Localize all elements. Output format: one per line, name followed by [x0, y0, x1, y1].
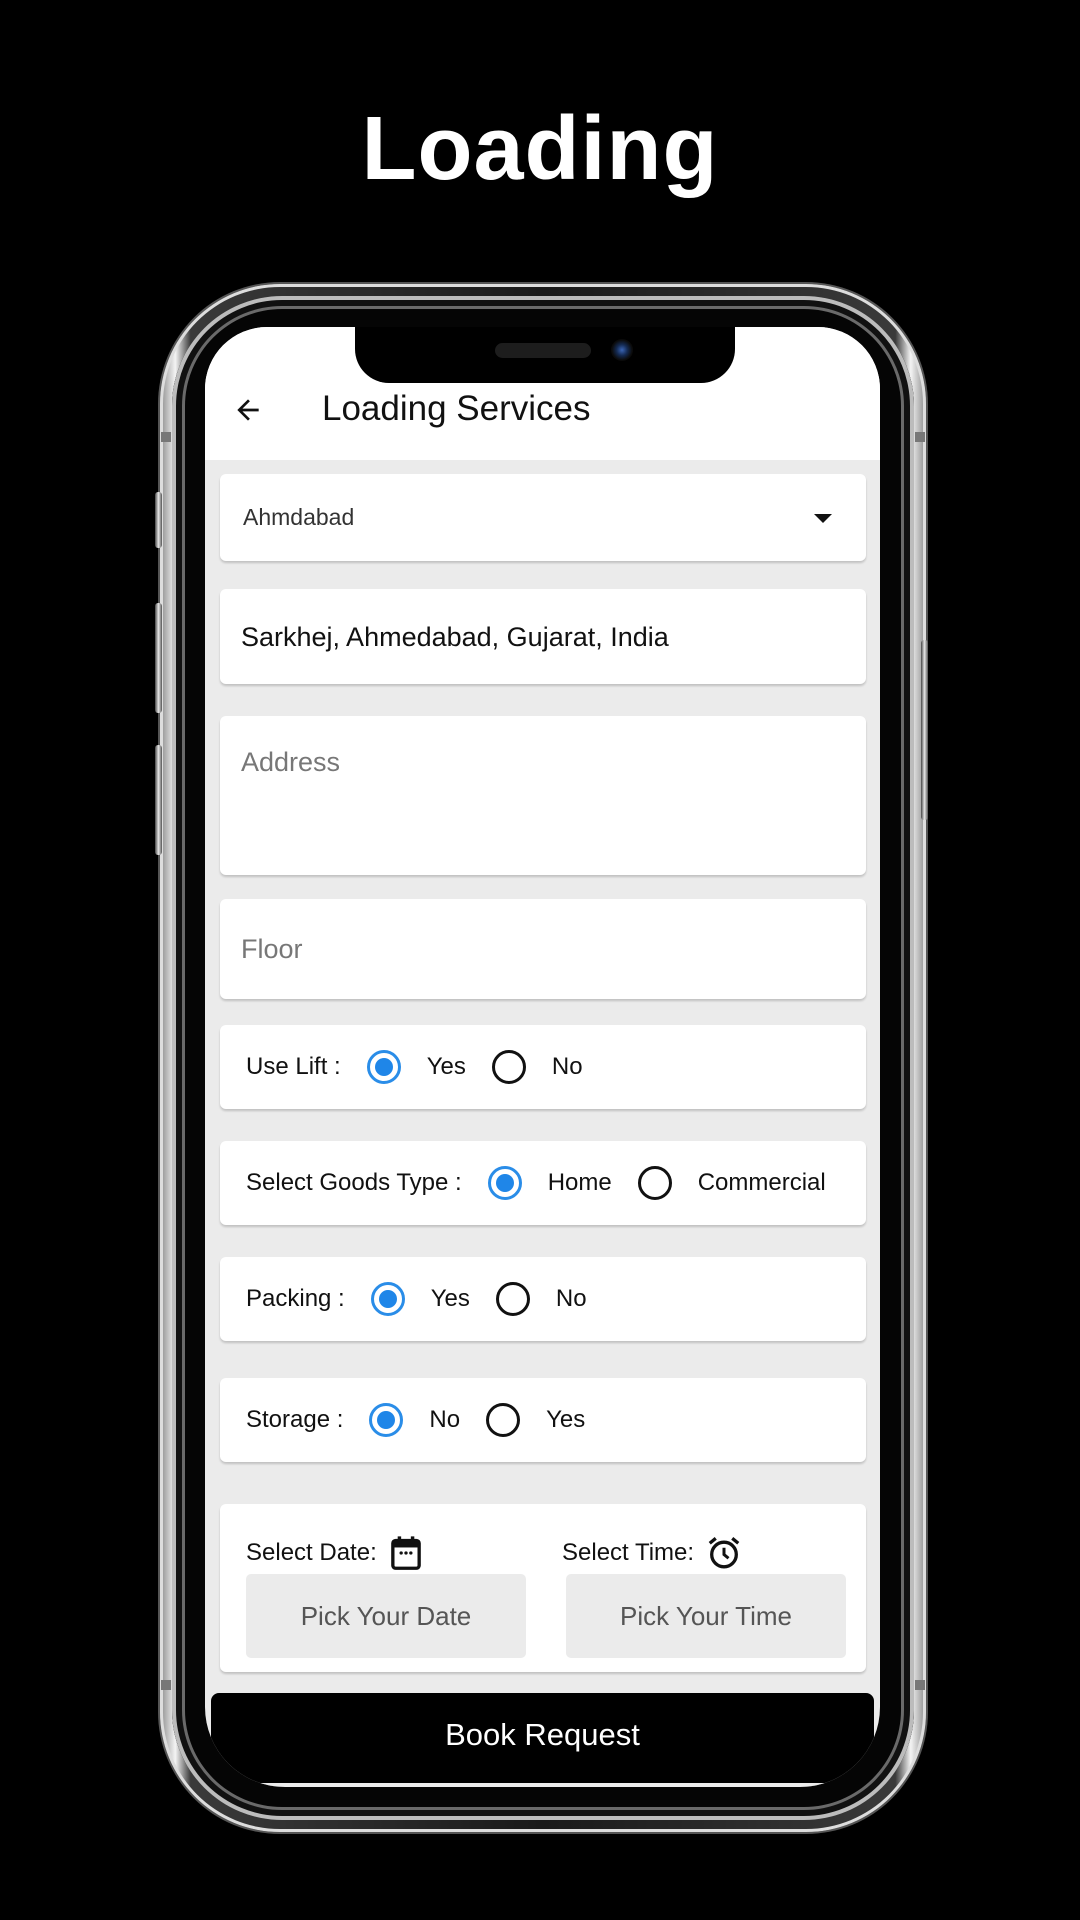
option-label: Yes: [546, 1406, 586, 1433]
city-dropdown-value: Ahmdabad: [243, 504, 355, 530]
arrow-left-icon: [237, 399, 259, 421]
select-date-label: Select Date:: [246, 1535, 423, 1571]
promo-title: Loading: [361, 99, 719, 199]
option-label: Yes: [430, 1285, 470, 1312]
book-request-button[interactable]: Book Request: [211, 1693, 874, 1787]
floor-field[interactable]: Floor: [220, 899, 866, 999]
date-time-card: Select Date: Select Time: Pick Your Date…: [220, 1504, 866, 1672]
back-button[interactable]: [225, 387, 271, 433]
alarm-clock-icon: [708, 1537, 740, 1569]
caret-down-icon: [814, 514, 832, 523]
phone-volume-down-button: [155, 745, 162, 855]
use-lift-no-option[interactable]: No: [491, 1050, 583, 1084]
storage-group: Storage : No Yes: [220, 1378, 866, 1462]
option-label: No: [429, 1406, 461, 1433]
option-label: Commercial: [697, 1169, 826, 1196]
storage-yes-option[interactable]: Yes: [486, 1403, 585, 1437]
packing-group: Packing : Yes No: [220, 1257, 866, 1341]
location-field[interactable]: Sarkhej, Ahmedabad, Gujarat, India: [220, 589, 866, 684]
home-indicator-strip: [235, 1783, 850, 1787]
radio-checked-icon[interactable]: [369, 1403, 404, 1437]
phone-antenna-band: [161, 432, 171, 442]
calendar-icon: [390, 1536, 421, 1570]
select-date-text: Select Date:: [246, 1539, 377, 1566]
select-time-label: Select Time:: [562, 1535, 742, 1571]
front-camera: [611, 339, 633, 361]
speaker-grille: [495, 343, 591, 358]
radio-unchecked-icon[interactable]: [491, 1050, 526, 1084]
option-label: No: [555, 1285, 587, 1312]
phone-antenna-band: [161, 1680, 171, 1690]
goods-type-commercial-option[interactable]: Commercial: [637, 1166, 826, 1200]
city-dropdown[interactable]: Ahmdabad: [220, 474, 866, 561]
radio-unchecked-icon[interactable]: [495, 1282, 530, 1316]
use-lift-group: Use Lift : Yes No: [220, 1025, 866, 1109]
option-label: Yes: [426, 1053, 466, 1080]
storage-label: Storage :: [246, 1406, 344, 1433]
use-lift-label: Use Lift :: [246, 1053, 341, 1080]
address-placeholder: Address: [241, 747, 341, 777]
address-field[interactable]: Address: [220, 716, 866, 875]
storage-no-option[interactable]: No: [369, 1403, 460, 1437]
goods-type-group: Select Goods Type : Home Commercial: [220, 1141, 866, 1225]
pick-time-button[interactable]: Pick Your Time: [566, 1574, 846, 1658]
phone-volume-up-button: [155, 603, 162, 713]
radio-checked-icon[interactable]: [370, 1282, 405, 1316]
packing-no-option[interactable]: No: [495, 1282, 587, 1316]
pick-date-button[interactable]: Pick Your Date: [246, 1574, 526, 1658]
location-value: Sarkhej, Ahmedabad, Gujarat, India: [241, 622, 669, 652]
phone-notch: [355, 327, 735, 383]
goods-type-home-option[interactable]: Home: [487, 1166, 612, 1200]
packing-label: Packing :: [246, 1285, 345, 1312]
phone-screen: Loading Services Ahmdabad Sarkhej, Ahmed…: [205, 327, 880, 1787]
radio-unchecked-icon[interactable]: [486, 1403, 521, 1437]
floor-placeholder: Floor: [241, 934, 303, 964]
option-label: Home: [547, 1169, 612, 1196]
radio-unchecked-icon[interactable]: [637, 1166, 672, 1200]
phone-antenna-band: [915, 432, 925, 442]
select-time-text: Select Time:: [562, 1539, 695, 1566]
phone-mute-switch: [155, 492, 162, 548]
radio-checked-icon[interactable]: [487, 1166, 522, 1200]
option-label: No: [551, 1053, 583, 1080]
phone-antenna-band: [915, 1680, 925, 1690]
goods-type-label: Select Goods Type :: [246, 1169, 462, 1196]
page-title: Loading Services: [322, 389, 591, 428]
radio-checked-icon[interactable]: [366, 1050, 401, 1084]
use-lift-yes-option[interactable]: Yes: [366, 1050, 466, 1084]
packing-yes-option[interactable]: Yes: [370, 1282, 470, 1316]
phone-power-button: [921, 640, 928, 820]
